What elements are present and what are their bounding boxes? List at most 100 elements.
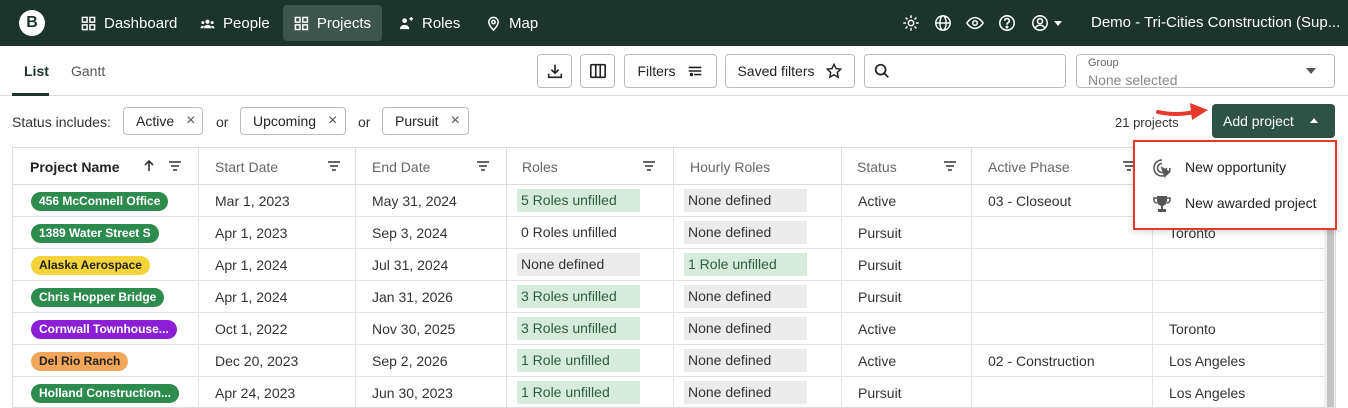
- group-select-value: None selected: [1088, 72, 1178, 88]
- help-icon[interactable]: [997, 13, 1017, 33]
- project-name-pill[interactable]: Del Rio Ranch: [31, 352, 129, 371]
- column-title: Roles: [522, 159, 558, 175]
- hourly-roles-badge[interactable]: None defined: [684, 349, 807, 372]
- column-header-hourly-roles[interactable]: Hourly Roles: [674, 148, 842, 185]
- roles-badge[interactable]: 3 Roles unfilled: [517, 317, 640, 340]
- roles-badge[interactable]: 1 Role unfilled: [517, 381, 640, 404]
- tab-list[interactable]: List: [24, 63, 49, 79]
- status-filter-row: Status includes: Active × or Upcoming × …: [0, 96, 1348, 146]
- table-row[interactable]: Chris Hopper Bridge Apr 1, 2024 Jan 31, 20…: [13, 281, 1335, 313]
- cell-text: 03 - Closeout: [988, 193, 1072, 209]
- filter-lines-icon: [688, 66, 701, 77]
- filters-button[interactable]: Filters: [624, 54, 717, 88]
- filter-icon[interactable]: [476, 159, 490, 173]
- search-box[interactable]: [864, 54, 1066, 88]
- project-name-pill[interactable]: Alaska Aerospace: [31, 256, 150, 275]
- saved-filters-button[interactable]: Saved filters: [725, 54, 855, 88]
- top-navigation-bar: B Dashboard People Projects Roles Map De…: [0, 0, 1348, 46]
- hourly-roles-badge[interactable]: None defined: [684, 317, 807, 340]
- columns-button[interactable]: [580, 54, 615, 88]
- table-row[interactable]: Alaska Aerospace Apr 1, 2024 Jul 31, 2024 N…: [13, 249, 1335, 281]
- table-row[interactable]: Cornwall Townhouse... Oct 1, 2022 Nov 30, …: [13, 313, 1335, 345]
- project-name-pill[interactable]: 1389 Water Street S: [31, 224, 159, 243]
- hourly-roles-badge[interactable]: None defined: [684, 381, 807, 404]
- close-icon[interactable]: ×: [328, 113, 337, 129]
- column-header-status[interactable]: Status: [842, 148, 972, 185]
- cell-text: Mar 1, 2023: [215, 193, 290, 209]
- cell-name: Alaska Aerospace: [13, 249, 199, 281]
- nav-label-dashboard: Dashboard: [104, 14, 178, 32]
- close-icon[interactable]: ×: [451, 113, 460, 129]
- column-header-roles[interactable]: Roles: [507, 148, 674, 185]
- cell-location: [1153, 281, 1324, 313]
- hourly-roles-badge[interactable]: None defined: [684, 221, 807, 244]
- globe-icon[interactable]: [933, 13, 953, 33]
- nav-item-map[interactable]: Map: [475, 5, 549, 41]
- eye-icon[interactable]: [965, 13, 985, 33]
- cell-name: 1389 Water Street S: [13, 217, 199, 249]
- organization-name[interactable]: Demo - Tri-Cities Construction (Sup...: [1091, 14, 1340, 31]
- menu-item-new-opportunity[interactable]: New opportunity: [1135, 149, 1335, 185]
- column-header-project-name[interactable]: Project Name: [13, 148, 199, 185]
- nav-item-projects[interactable]: Projects: [283, 5, 382, 41]
- add-project-menu: New opportunity New awarded project: [1133, 140, 1337, 230]
- cell-end: Jul 31, 2024: [356, 249, 507, 281]
- filter-icon[interactable]: [943, 159, 957, 173]
- cell-location: Los Angeles: [1153, 377, 1324, 407]
- hourly-roles-badge[interactable]: None defined: [684, 189, 807, 212]
- hourly-roles-badge[interactable]: None defined: [684, 285, 807, 308]
- cell-text: Active: [858, 353, 897, 369]
- nav-item-dashboard[interactable]: Dashboard: [70, 5, 188, 41]
- column-header-end-date[interactable]: End Date: [356, 148, 507, 185]
- cell-status: Pursuit: [842, 217, 972, 249]
- roles-badge[interactable]: 0 Roles unfilled: [517, 221, 640, 244]
- cell-name: Chris Hopper Bridge: [13, 281, 199, 313]
- cell-hourly: None defined: [674, 345, 842, 377]
- roles-badge[interactable]: 1 Role unfilled: [517, 349, 640, 372]
- close-icon[interactable]: ×: [186, 113, 195, 129]
- filter-icon[interactable]: [642, 159, 656, 173]
- column-header-active-phase[interactable]: Active Phase: [972, 148, 1153, 185]
- account-menu[interactable]: [1029, 13, 1063, 33]
- column-header-start-date[interactable]: Start Date: [199, 148, 356, 185]
- download-button[interactable]: [537, 54, 572, 88]
- project-name-pill[interactable]: Chris Hopper Bridge: [31, 288, 165, 307]
- add-project-button[interactable]: Add project: [1212, 104, 1335, 138]
- app-logo[interactable]: B: [19, 10, 45, 36]
- cell-roles: None defined: [507, 249, 674, 281]
- project-name-pill[interactable]: Cornwall Townhouse...: [31, 320, 177, 339]
- cell-roles: 1 Role unfilled: [507, 377, 674, 407]
- status-includes-label: Status includes:: [12, 114, 111, 130]
- roles-badge[interactable]: 3 Roles unfilled: [517, 285, 640, 308]
- star-icon: [825, 62, 842, 79]
- group-select[interactable]: Group None selected: [1076, 54, 1335, 88]
- nav-item-people[interactable]: People: [189, 5, 281, 41]
- cell-end: Nov 30, 2025: [356, 313, 507, 345]
- filter-icon[interactable]: [327, 159, 341, 173]
- settings-gear-icon[interactable]: [901, 13, 921, 33]
- search-input[interactable]: [897, 63, 1057, 79]
- download-icon: [547, 64, 562, 79]
- chevron-down-icon: [1053, 20, 1062, 26]
- filter-icon[interactable]: [168, 159, 182, 173]
- sort-up-arrow-icon[interactable]: [142, 159, 156, 173]
- menu-item-new-awarded-project[interactable]: New awarded project: [1135, 185, 1335, 221]
- cell-name: 456 McConnell Office: [13, 185, 199, 217]
- cell-start: Apr 24, 2023: [199, 377, 356, 407]
- project-name-pill[interactable]: Holland Construction...: [31, 384, 179, 403]
- cell-name: Del Rio Ranch: [13, 345, 199, 377]
- table-row[interactable]: Holland Construction... Apr 24, 2023 Jun 3…: [13, 377, 1335, 407]
- columns-icon: [589, 63, 606, 79]
- or-label: or: [216, 114, 229, 130]
- cell-hourly: None defined: [674, 313, 842, 345]
- roles-badge[interactable]: 5 Roles unfilled: [517, 189, 640, 212]
- cell-text: Sep 2, 2026: [372, 353, 448, 369]
- nav-label-roles: Roles: [422, 14, 461, 32]
- add-project-label: Add project: [1223, 113, 1294, 129]
- project-name-pill[interactable]: 456 McConnell Office: [31, 192, 169, 211]
- roles-badge[interactable]: None defined: [517, 253, 640, 276]
- tab-gantt[interactable]: Gantt: [71, 63, 105, 79]
- hourly-roles-badge[interactable]: 1 Role unfilled: [684, 253, 807, 276]
- nav-item-roles[interactable]: Roles: [388, 5, 471, 41]
- table-row[interactable]: Del Rio Ranch Dec 20, 2023 Sep 2, 2026 1 Ro…: [13, 345, 1335, 377]
